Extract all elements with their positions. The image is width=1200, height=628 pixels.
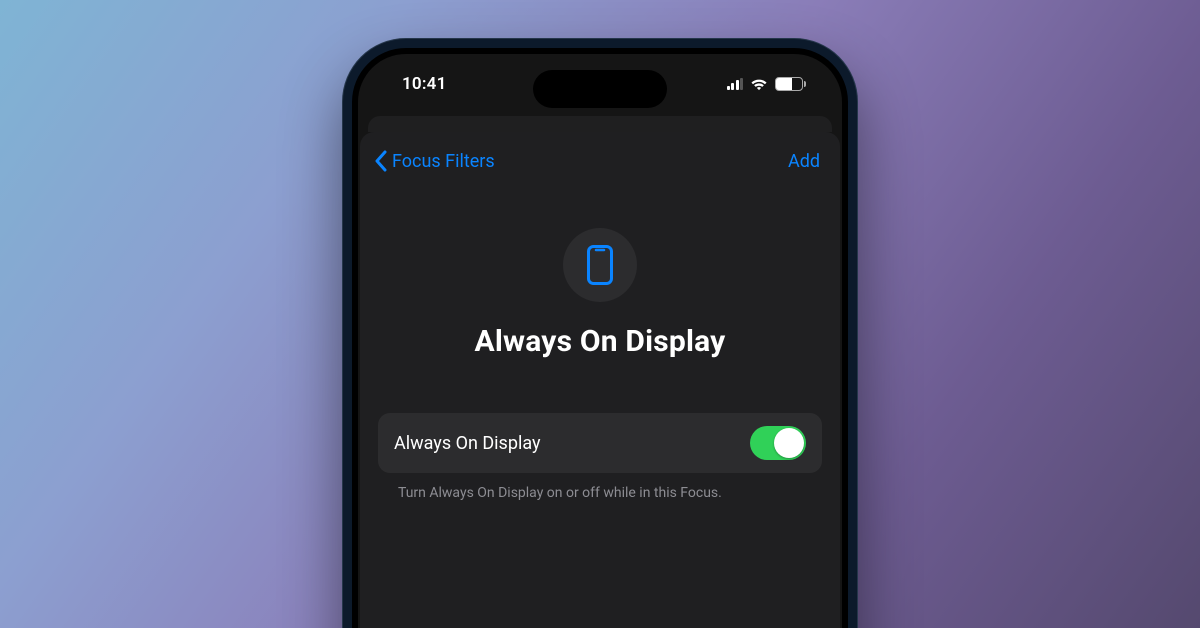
settings-group: Always On Display Turn Always On Display… bbox=[378, 413, 822, 501]
cellular-icon bbox=[727, 78, 744, 90]
iphone-icon bbox=[587, 245, 613, 285]
nav-bar: Focus Filters Add bbox=[360, 136, 840, 182]
page-title: Always On Display bbox=[475, 324, 726, 359]
phone-bezel: 10:41 61 bbox=[352, 48, 848, 628]
toggle-knob bbox=[774, 428, 804, 458]
row-label: Always On Display bbox=[394, 433, 541, 454]
status-time: 10:41 bbox=[402, 74, 446, 94]
phone-frame: 10:41 61 bbox=[342, 38, 858, 628]
back-button[interactable]: Focus Filters bbox=[374, 150, 495, 172]
hero-icon-background bbox=[563, 228, 637, 302]
modal-sheet: Focus Filters Add Always On Display bbox=[360, 132, 840, 628]
dynamic-island bbox=[533, 70, 667, 108]
battery-icon: 61 bbox=[775, 77, 806, 91]
always-on-display-row[interactable]: Always On Display bbox=[378, 413, 822, 473]
wifi-icon bbox=[750, 78, 768, 91]
background-sheet bbox=[368, 116, 832, 132]
screen: 10:41 61 bbox=[358, 54, 842, 628]
hero-section: Always On Display bbox=[360, 228, 840, 359]
battery-percent: 61 bbox=[782, 78, 795, 91]
setting-footer: Turn Always On Display on or off while i… bbox=[398, 485, 802, 501]
always-on-display-toggle[interactable] bbox=[750, 426, 806, 460]
back-label: Focus Filters bbox=[392, 151, 495, 172]
chevron-left-icon bbox=[374, 150, 388, 172]
status-right: 61 bbox=[727, 77, 807, 91]
add-button[interactable]: Add bbox=[788, 151, 820, 172]
